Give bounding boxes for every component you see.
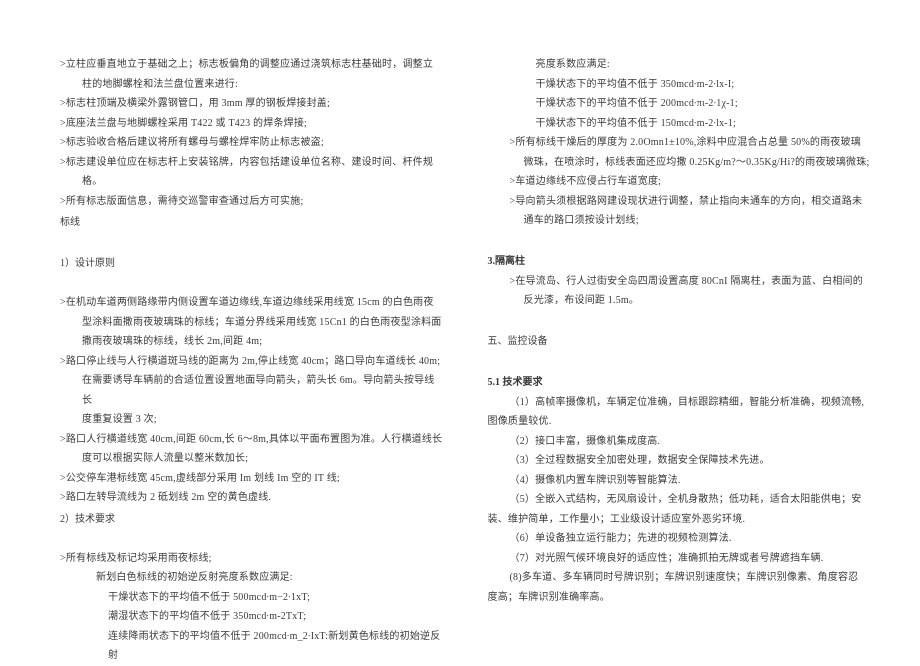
section-heading-barrier: 3.隔离柱	[488, 250, 871, 272]
text-line: 干燥状态下的平均值不低于 500mcd∙m−2∙1xT;	[60, 588, 443, 608]
right-column: 亮度系数应满足: 干燥状态下的平均值不低于 350mcd∙m-2∙lx-I; 干…	[488, 55, 871, 611]
text-line: （1）高帧率摄像机，车辆定位准确，目标跟踪精细，智能分析准确，视频流畅,	[488, 393, 871, 413]
text-line: 干燥状态下的平均值不低于 200mcd∙πι-2∙1χ-1;	[488, 94, 871, 114]
text-line: >车道边缘线不应侵占行车道宽度;	[488, 172, 871, 192]
text-line: >在机动车道两侧路缘带内侧设置车道边缘线,车道边缘线采用线宽 15cm 的白色雨…	[60, 293, 443, 313]
text-line: 亮度系数应满足:	[488, 55, 871, 75]
text-line: >所有标志版面信息，需待交巡警审查通过后方可实施;	[60, 192, 443, 212]
text-line: （2）接口丰富，摄像机集成度高.	[488, 432, 871, 452]
spacer	[488, 231, 871, 251]
section-heading-tech: 2）技术要求	[60, 508, 443, 530]
text-line: 格。	[60, 172, 443, 192]
text-line: 撒雨夜玻璃珠的标线，线长 2m,间距 4m;	[60, 332, 443, 352]
text-line: 潮湿状态下的平均值不低于 350mcd∙m-2TxT;	[60, 607, 443, 627]
text-line: 微珠，在喷涂时，标线表面还应均撒 0.25Kg/m?〜0.35Kg/Hi?的雨夜…	[488, 153, 871, 173]
text-line: >导向箭头须根据路网建设现状进行调整，禁止指向未通车的方向，相交道路未	[488, 192, 871, 212]
left-column: >立柱应垂直地立于基础之上；标志板偏角的调整应通过浇筑标志柱基础时，调整立 柱的…	[60, 55, 443, 611]
text-line: 度高；车牌识别准确率高。	[488, 588, 871, 608]
text-line: （4）摄像机内置车牌识别等智能算法.	[488, 471, 871, 491]
text-line: （6）单设备独立运行能力；先进的视频检测算法.	[488, 529, 871, 549]
section-heading-techreq: 5.1 技术要求	[488, 371, 871, 393]
text-line: 在需要诱导车辆前的合适位置设置地面导向箭头，箭头长 6m。导向箭头按导线长	[60, 371, 443, 410]
text-line: >标志验收合格后建议将所有螺母与螺栓焊牢防止标志被盗;	[60, 133, 443, 153]
spacer	[488, 352, 871, 372]
text-line: 干燥状态下的平均值不低于 150mcd∙m-2∙lx-1;	[488, 114, 871, 134]
text-line: 连续降雨状态下的平均值不低于 200mcd∙m_2∙IxT:新划黄色标线的初始逆…	[60, 627, 443, 666]
text-line: 装、维护简单，工作量小；工业级设计适应室外恶劣环境.	[488, 510, 871, 530]
text-line: >在导流岛、行人过街安全岛四周设置高度 80CnI 隔离柱，表面为蓝、白相间的	[488, 272, 871, 292]
text-line: 反光漆，布设间距 1.5m。	[488, 291, 871, 311]
text-line: 度重复设置 3 次;	[60, 410, 443, 430]
section-heading-markline: 标线	[60, 211, 443, 233]
text-line: 柱的地脚螺栓和法兰盘位置来进行:	[60, 75, 443, 95]
text-line: 型涂料面撒雨夜玻璃珠的标线；车道分界线采用线宽 15Cn1 的白色雨夜型涂料面	[60, 313, 443, 333]
section-heading-monitor: 五、监控设备	[488, 330, 871, 352]
text-line: >标志柱顶端及横梁外露钢管口，用 3mm 厚的钢板焊接封盖;	[60, 94, 443, 114]
text-line: 干燥状态下的平均值不低于 350mcd∙m-2∙lx-I;	[488, 75, 871, 95]
text-line: >标志建设单位应在标志杆上安装铭牌，内容包括建设单位名称、建设时间、杆件规	[60, 153, 443, 173]
text-line: 图像质量较优.	[488, 412, 871, 432]
text-line: 新划白色标线的初始逆反射亮度系数应满足:	[60, 568, 443, 588]
spacer	[60, 233, 443, 253]
text-line: （5）全嵌入式结构，无风扇设计，全机身散热；低功耗，适合太阳能供电；安	[488, 490, 871, 510]
text-line: (8)多车道、多车辆同时号牌识别；车牌识别速度快；车牌识别像素、角度容忍	[488, 568, 871, 588]
text-line: >所有标线干燥后的厚度为 2.0Omn1±10%,涂料中应混合占总量 50%的雨…	[488, 133, 871, 153]
spacer	[60, 274, 443, 294]
text-line: >路口左转导流线为 2 砥划线 2m 空的黄色虚线.	[60, 488, 443, 508]
text-line: （3）全过程数据安全加密处理，数据安全保障技术先进。	[488, 451, 871, 471]
text-line: 度可以根据实际人流量以整米数加长;	[60, 449, 443, 469]
text-line: >路口停止线与人行横道斑马线的距离为 2m,停止线宽 40cm；路口导向车道线长…	[60, 352, 443, 372]
spacer	[488, 311, 871, 331]
text-line: >底座法兰盘与地脚螺栓采用 T422 或 T423 的焊条焊接;	[60, 114, 443, 134]
text-line: >路口人行横道线宽 40cm,间距 60cm,长 6〜8m,具体以平面布置图为准…	[60, 430, 443, 450]
spacer	[60, 529, 443, 549]
text-line: （7）对光照气候环境良好的适应性；准确抓拍无牌或者号牌遮挡车辆.	[488, 549, 871, 569]
text-line: >所有标线及标记均采用雨夜标线;	[60, 549, 443, 569]
text-line: >公交停车港标线宽 45cm,虚线部分采用 Im 划线 Im 空的 IT 线;	[60, 469, 443, 489]
section-heading-design: 1）设计原则	[60, 252, 443, 274]
text-line: 通车的路口须按设计划线;	[488, 211, 871, 231]
text-line: >立柱应垂直地立于基础之上；标志板偏角的调整应通过浇筑标志柱基础时，调整立	[60, 55, 443, 75]
